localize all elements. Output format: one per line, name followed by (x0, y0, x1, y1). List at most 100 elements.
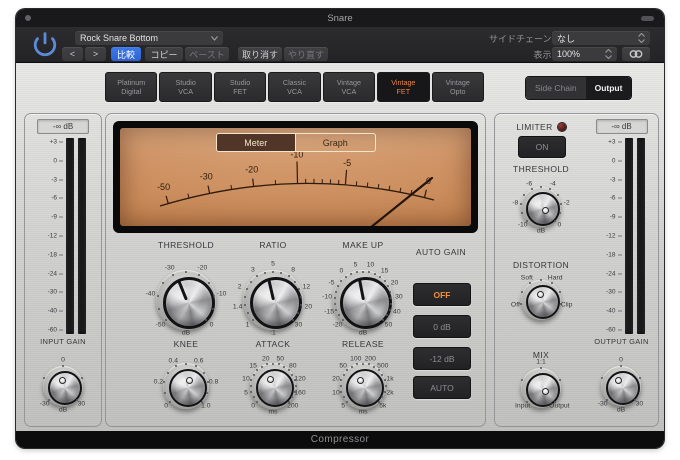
knob-tick (272, 363, 274, 365)
knob-scale-label: 5 (354, 261, 358, 268)
auto-release-button[interactable]: AUTO (413, 376, 471, 399)
output-section-panel: LIMITER ON THRESHOLD -10-8-6-4-20dB DIST… (494, 113, 659, 427)
knob-tick (520, 203, 522, 205)
knob-scale-label: 0.8 (209, 378, 218, 385)
compare-button[interactable]: 比較 (111, 47, 141, 61)
vu-scale-label: -50 (157, 182, 170, 192)
mix-knob[interactable]: Input1:1Output (503, 350, 579, 426)
model-tab-classic-vca[interactable]: ClassicVCA (268, 72, 320, 102)
meter-scale-label: -9 (51, 214, 57, 221)
paste-button[interactable]: ペースト (185, 47, 229, 61)
output-meter: +30-3-6-9-12-18-24-30-40-60 (585, 138, 658, 334)
meter-scale-tick (59, 273, 63, 274)
model-tab-studio-vca[interactable]: StudioVCA (159, 72, 211, 102)
ratio-knob[interactable]: 11.42358122030:1 (225, 252, 321, 348)
sidechain-output-toggle: Side Chain Output (525, 76, 632, 100)
knob-tick (157, 295, 159, 297)
next-preset-button[interactable]: > (85, 47, 106, 61)
meter-scale-label: -60 (48, 327, 57, 334)
makeup-knob[interactable]: -20-15-10-505101520304050dB (315, 252, 411, 348)
meter-scale-tick (59, 217, 63, 218)
chevron-down-icon (211, 36, 218, 41)
output-tab[interactable]: Output (586, 77, 632, 99)
model-tab-studio-fet[interactable]: StudioFET (214, 72, 266, 102)
link-button[interactable] (622, 47, 650, 61)
knob-scale-label: 8 (291, 267, 295, 274)
knob-pointer-dot (615, 377, 622, 384)
threshold-knob[interactable]: -50-40-30-20-100dB (138, 252, 234, 348)
knob-scale-label: 0.6 (194, 358, 203, 365)
knob-scale-label: 1.0 (201, 402, 210, 409)
meter-scale-tick (618, 311, 622, 312)
knob-tick (167, 372, 169, 374)
window-control-dot[interactable] (25, 15, 31, 21)
knob-scale-label: -20 (333, 322, 343, 329)
knob-tick (557, 194, 559, 196)
knob-scale-label: 0.2 (154, 378, 163, 385)
sidechain-dropdown[interactable]: なし (552, 31, 650, 45)
knee-knob[interactable]: 00.20.40.60.81.0 (146, 346, 226, 426)
knob-scale-label: Off (511, 301, 520, 308)
model-tab-vintage-opto[interactable]: VintageOpto (432, 72, 484, 102)
knob-tick (283, 366, 285, 368)
auto-gain-off-button[interactable]: OFF (413, 283, 471, 306)
knob-scale-label: -10 (322, 294, 332, 301)
knob-scale-label: 120 (294, 375, 305, 382)
knob-tick (362, 271, 364, 273)
model-tab-vintage-fet[interactable]: VintageFET (377, 72, 429, 102)
knob-tick (540, 186, 542, 188)
knob-unit-label: ms (268, 408, 277, 415)
knob-pointer-dot (59, 377, 66, 384)
redo-button[interactable]: やり直す (284, 47, 328, 61)
view-zoom-dropdown[interactable]: 100% (552, 47, 617, 61)
knob-tick (373, 366, 375, 368)
knob-unit-label: dB (359, 330, 367, 337)
knob-scale-label: 0 (61, 357, 65, 364)
knob-tick (342, 319, 344, 321)
knob-scale-label: 100 (350, 355, 361, 362)
undo-button[interactable]: 取り消す (238, 47, 282, 61)
knob-scale-label: 0 (619, 357, 623, 364)
knob-tick (559, 379, 561, 381)
window-pill-decoration (641, 16, 654, 21)
knob-scale-label: -40 (146, 291, 156, 298)
knob-tick (253, 396, 255, 398)
knob-tick (81, 377, 83, 379)
meter-scale-tick (618, 198, 622, 199)
knob-scale-label: 50 (276, 355, 284, 362)
model-tab-vintage-vca[interactable]: VintageVCA (323, 72, 375, 102)
prev-preset-button[interactable]: < (62, 47, 83, 61)
preset-dropdown[interactable]: Rock Snare Bottom (75, 31, 223, 45)
knob-scale-label: 2k (386, 390, 393, 397)
release-knob[interactable]: 51020501002005001k2k5kms (323, 346, 403, 426)
side-chain-tab[interactable]: Side Chain (526, 77, 586, 99)
input-gain-knob[interactable]: -30030dB (25, 348, 101, 424)
copy-button[interactable]: コピー (145, 47, 183, 61)
sidechain-label: サイドチェーン: (489, 31, 554, 45)
ratio-label: RATIO (259, 240, 286, 250)
knob-scale-label: 20 (262, 355, 270, 362)
knob-tick (346, 401, 348, 403)
meter-bar-right (78, 138, 86, 334)
model-tab-platinum-digital[interactable]: PlatinumDigital (105, 72, 157, 102)
auto-gain-0db-button[interactable]: 0 dB (413, 315, 471, 338)
auto-gain-minus12db-button[interactable]: -12 dB (413, 347, 471, 370)
knob-scale-label: Clip (561, 301, 573, 308)
makeup-label: MAKE UP (342, 240, 383, 250)
knob-pointer-dot (186, 377, 193, 384)
limiter-threshold-knob[interactable]: -10-8-6-4-20dB (503, 169, 579, 245)
knob-scale-label: 5 (271, 261, 275, 268)
distortion-knob[interactable]: OffSoftHardClip (503, 262, 579, 338)
knob-tick (212, 308, 214, 310)
output-gain-knob[interactable]: -30030dB (583, 348, 659, 424)
tab-graph[interactable]: Graph (295, 134, 375, 151)
meter-scale-label: -9 (610, 214, 616, 221)
knob-unit-label: dB (59, 406, 67, 413)
input-meter-scale: +30-3-6-9-12-18-24-30-40-60 (40, 138, 63, 334)
knob-scale-label: 12 (303, 283, 311, 290)
limiter-on-button[interactable]: ON (518, 136, 566, 158)
attack-knob[interactable]: 051015205080120160200ms (233, 346, 313, 426)
tab-meter[interactable]: Meter (217, 134, 296, 151)
power-button[interactable] (30, 30, 60, 60)
zoom-value: 100% (557, 49, 580, 59)
